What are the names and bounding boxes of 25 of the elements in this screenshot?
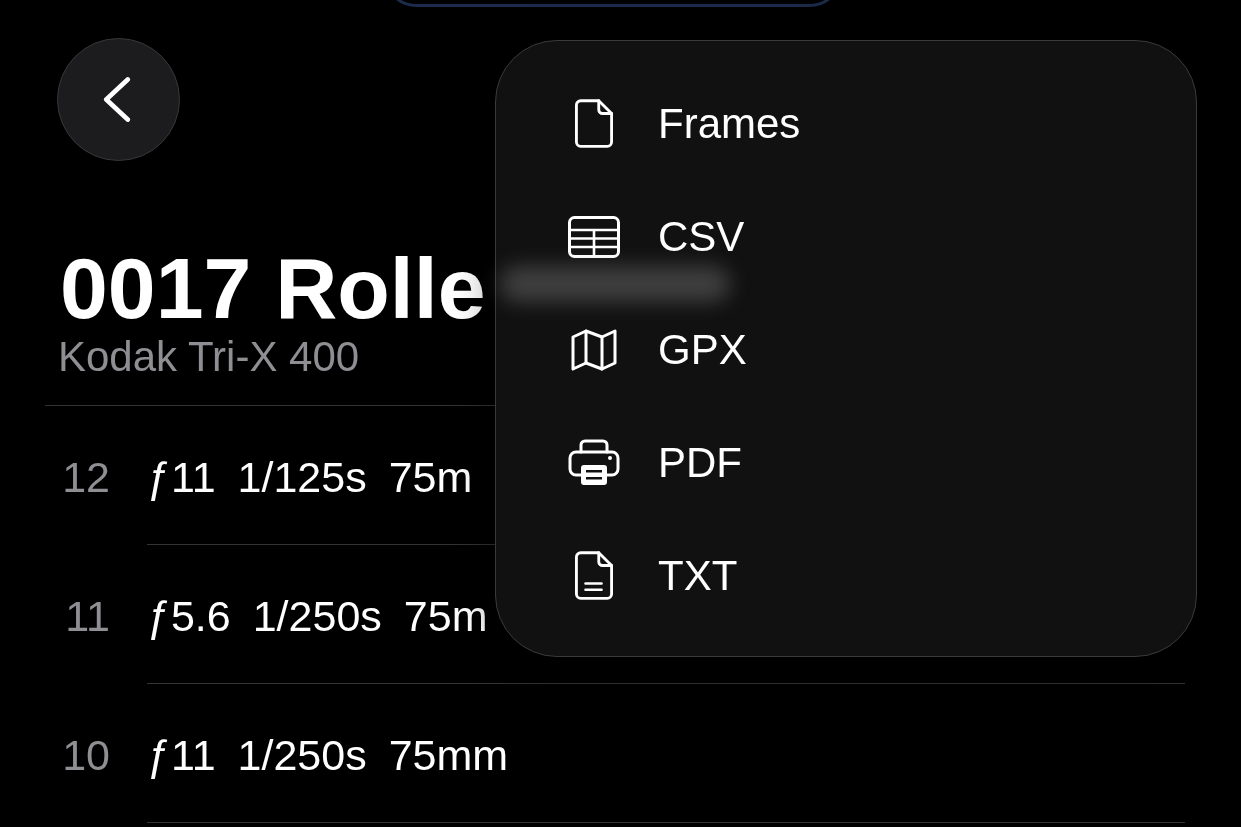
shutter-speed-text: 1/125s (237, 456, 367, 499)
film-stock-subtitle: Kodak Tri-X 400 (58, 336, 360, 378)
shutter-speed-text: 1/250s (252, 595, 382, 638)
roll-title: 0017 Rolle (60, 245, 486, 331)
chevron-left-icon (102, 76, 131, 123)
frame-number: 12 (62, 456, 110, 499)
shutter-speed-text: 1/250s (237, 734, 367, 777)
document-icon (575, 99, 613, 148)
text-document-icon (575, 551, 613, 600)
menu-item[interactable]: GPX (496, 293, 1196, 406)
focal-length-text: 75mm (388, 734, 509, 777)
printer-icon (568, 439, 620, 486)
menu-item[interactable]: CSV (496, 180, 1196, 293)
table-icon (568, 215, 620, 258)
aperture-text: ƒ11 (147, 456, 216, 499)
frame-number: 11 (65, 595, 110, 638)
focal-length-text: 75m (388, 456, 473, 499)
menu-item[interactable]: PDF (496, 406, 1196, 519)
focal-length-text: 75m (403, 595, 488, 638)
map-icon (571, 328, 617, 371)
menu-item[interactable]: TXT (496, 519, 1196, 632)
aperture-text: ƒ5.6 (147, 595, 231, 638)
menu-item[interactable]: Frames (496, 67, 1196, 180)
aperture-text: ƒ11 (147, 734, 216, 777)
frame-number: 10 (62, 734, 110, 777)
